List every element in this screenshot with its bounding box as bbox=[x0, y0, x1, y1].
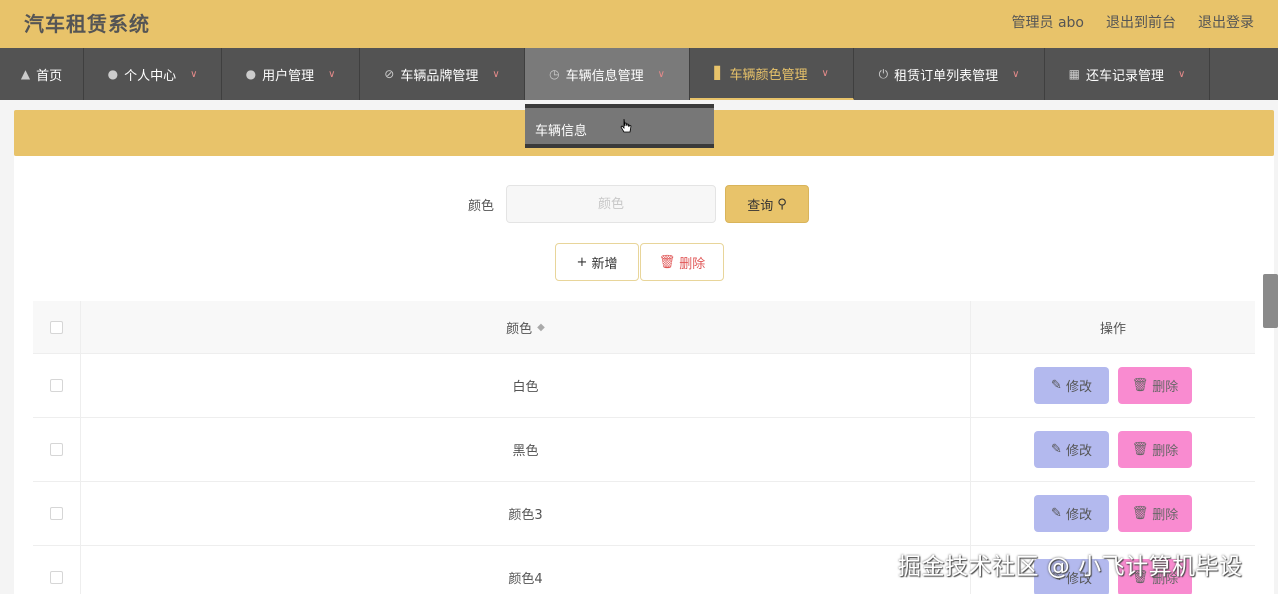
app-title: 汽车租赁系统 bbox=[24, 12, 150, 36]
logout-link[interactable]: 退出登录 bbox=[1198, 12, 1254, 32]
pencil-icon: ✎ bbox=[1051, 506, 1062, 521]
delete-label: 删除 bbox=[1152, 508, 1179, 523]
mouse-pointer-icon bbox=[620, 118, 632, 133]
trash-icon: 🗑 bbox=[1131, 506, 1149, 521]
delete-label: 删除 bbox=[1152, 380, 1179, 395]
row-checkbox[interactable] bbox=[50, 571, 63, 584]
add-button[interactable]: + 新增 bbox=[555, 243, 639, 281]
nav-item-users[interactable]: ● 用户管理 ∨ bbox=[222, 48, 360, 100]
header-actions: 管理员 abo 退出到前台 退出登录 bbox=[1012, 12, 1254, 32]
dropdown-item-vehicle-info[interactable]: 车辆信息 bbox=[535, 120, 587, 139]
chevron-down-icon: ∨ bbox=[821, 67, 829, 79]
query-button[interactable]: 查询 ⚲ bbox=[725, 185, 809, 223]
exit-to-front-link[interactable]: 退出到前台 bbox=[1106, 12, 1176, 32]
nav-item-vehicle-info[interactable]: ◷ 车辆信息管理 ∨ bbox=[525, 48, 690, 100]
table-row: 黑色 ✎ 修改 🗑 删除 bbox=[33, 418, 1255, 482]
sort-icon[interactable]: ◆ bbox=[537, 322, 545, 333]
trash-icon: 🗑 bbox=[1131, 378, 1149, 393]
row-color-cell: 白色 bbox=[81, 354, 971, 417]
pencil-icon: ✎ bbox=[1051, 442, 1062, 457]
row-check-cell bbox=[33, 354, 81, 417]
batch-delete-button[interactable]: 🗑 删除 bbox=[640, 243, 724, 281]
header-check-cell bbox=[33, 301, 81, 353]
nav-label: 租赁订单列表管理 bbox=[894, 68, 999, 84]
nav-label: 用户管理 bbox=[262, 68, 315, 84]
row-ops-cell: ✎ 修改 🗑 删除 bbox=[971, 354, 1255, 417]
edit-button[interactable]: ✎ 修改 bbox=[1034, 431, 1109, 468]
row-ops-cell: ✎ 修改 🗑 删除 bbox=[971, 482, 1255, 545]
plus-icon: + bbox=[576, 254, 588, 270]
row-delete-button[interactable]: 🗑 删除 bbox=[1118, 495, 1192, 532]
chevron-down-icon: ∨ bbox=[1012, 68, 1020, 80]
table-row: 颜色3 ✎ 修改 🗑 删除 bbox=[33, 482, 1255, 546]
edit-button[interactable]: ✎ 修改 bbox=[1034, 367, 1109, 404]
edit-label: 修改 bbox=[1065, 444, 1092, 459]
row-delete-button[interactable]: 🗑 删除 bbox=[1118, 431, 1192, 468]
query-button-label: 查询 bbox=[747, 198, 774, 214]
edit-label: 修改 bbox=[1065, 508, 1092, 523]
chevron-down-icon: ∨ bbox=[328, 68, 336, 80]
trash-icon: 🗑 bbox=[1131, 442, 1149, 457]
nav-label: 首页 bbox=[36, 68, 63, 84]
trash-icon: 🗑 bbox=[658, 254, 676, 270]
row-checkbox[interactable] bbox=[50, 443, 63, 456]
row-check-cell bbox=[33, 546, 81, 594]
nav-label: 车辆颜色管理 bbox=[729, 67, 808, 83]
row-color-cell: 黑色 bbox=[81, 418, 971, 481]
power-icon: ⏻ bbox=[878, 66, 889, 81]
column-header-ops: 操作 bbox=[1099, 321, 1126, 337]
nav-label: 个人中心 bbox=[124, 68, 177, 84]
page-scrollbar[interactable] bbox=[1263, 274, 1278, 328]
bell-off-icon: ⊘ bbox=[384, 67, 395, 81]
nav-item-orders[interactable]: ⏻ 租赁订单列表管理 ∨ bbox=[854, 48, 1045, 100]
nav-item-vehicle-color[interactable]: ▋ 车辆颜色管理 ∨ bbox=[690, 48, 854, 100]
search-label: 颜色 bbox=[468, 199, 495, 214]
row-checkbox[interactable] bbox=[50, 507, 63, 520]
pencil-icon: ✎ bbox=[1051, 378, 1062, 393]
select-all-checkbox[interactable] bbox=[50, 320, 63, 334]
edit-button[interactable]: ✎ 修改 bbox=[1034, 495, 1109, 532]
row-ops-cell: ✎ 修改 🗑 删除 bbox=[971, 418, 1255, 481]
top-header: 汽车租赁系统 管理员 abo 退出到前台 退出登录 bbox=[0, 0, 1278, 48]
clock-icon: ◷ bbox=[549, 67, 560, 81]
row-check-cell bbox=[33, 482, 81, 545]
user-icon: ● bbox=[245, 67, 257, 81]
admin-label: 管理员 abo bbox=[1011, 15, 1084, 31]
nav-item-brand[interactable]: ⊘ 车辆品牌管理 ∨ bbox=[360, 48, 525, 100]
nav-label: 车辆信息管理 bbox=[565, 68, 644, 84]
nav-item-home[interactable]: ▲ 首页 bbox=[0, 48, 84, 100]
user-icon: ● bbox=[107, 67, 119, 81]
bar-chart-icon: ▋ bbox=[714, 66, 724, 80]
chevron-down-icon: ∨ bbox=[190, 68, 198, 80]
header-ops-cell: 操作 bbox=[971, 301, 1255, 353]
add-button-label: 新增 bbox=[591, 256, 618, 272]
color-search-input[interactable] bbox=[506, 185, 716, 223]
row-color-cell: 颜色3 bbox=[81, 482, 971, 545]
nav-label: 还车记录管理 bbox=[1086, 68, 1165, 84]
nav-item-profile[interactable]: ● 个人中心 ∨ bbox=[84, 48, 222, 100]
delete-button-label: 删除 bbox=[679, 256, 706, 272]
row-check-cell bbox=[33, 418, 81, 481]
row-delete-button[interactable]: 🗑 删除 bbox=[1118, 367, 1192, 404]
chevron-down-icon: ∨ bbox=[492, 68, 500, 80]
delete-label: 删除 bbox=[1152, 444, 1179, 459]
main-nav: ▲ 首页 ● 个人中心 ∨ ● 用户管理 ∨ ⊘ 车辆品牌管理 ∨ ◷ 车辆信息… bbox=[0, 48, 1278, 100]
table-header: 颜色 ◆ 操作 bbox=[33, 301, 1255, 354]
nav-label: 车辆品牌管理 bbox=[400, 68, 479, 84]
watermark-text: 掘金技术社区 @ 小飞计算机毕设 bbox=[898, 554, 1243, 580]
header-color-cell[interactable]: 颜色 ◆ bbox=[81, 301, 971, 353]
edit-label: 修改 bbox=[1065, 380, 1092, 395]
search-icon: ⚲ bbox=[777, 196, 787, 212]
home-icon: ▲ bbox=[20, 67, 31, 81]
row-color-cell: 颜色4 bbox=[81, 546, 971, 594]
column-header-color: 颜色 bbox=[506, 321, 533, 337]
grid-icon: ▦ bbox=[1068, 67, 1080, 81]
chevron-down-icon: ∨ bbox=[657, 68, 665, 80]
table-row: 白色 ✎ 修改 🗑 删除 bbox=[33, 354, 1255, 418]
nav-item-returns[interactable]: ▦ 还车记录管理 ∨ bbox=[1045, 48, 1210, 100]
row-checkbox[interactable] bbox=[50, 379, 63, 392]
chevron-down-icon: ∨ bbox=[1178, 68, 1186, 80]
